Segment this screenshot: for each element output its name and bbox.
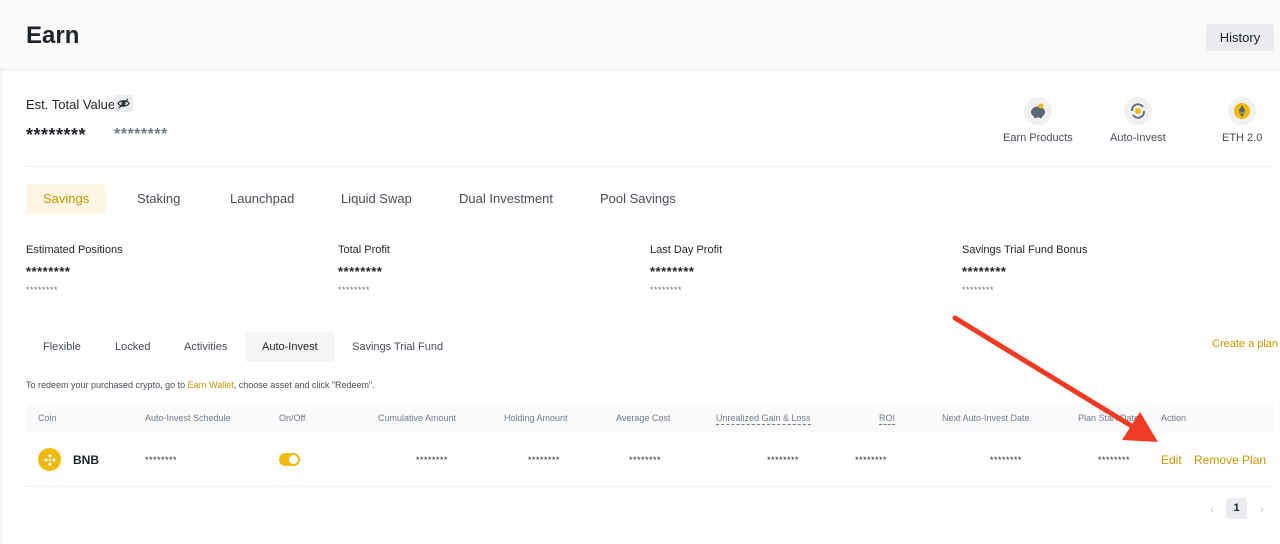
subtab-activities[interactable]: Activities [184, 332, 227, 362]
page-title: Earn [26, 22, 80, 49]
toggle-knob [289, 455, 298, 464]
bnb-icon [38, 448, 61, 471]
tab-pool-savings[interactable]: Pool Savings [600, 184, 676, 214]
col-roi[interactable]: ROI [879, 412, 896, 425]
tab-savings[interactable]: Savings [26, 184, 107, 214]
stat-last-day-profit: Last Day Profit ******** ******** [650, 244, 722, 295]
cell-avg-cost: ******** [629, 455, 662, 465]
hide-balance-toggle[interactable] [114, 95, 133, 112]
cell-holding: ******** [528, 455, 561, 465]
piggy-bank-icon [1023, 97, 1052, 125]
earn-wallet-link[interactable]: Earn Wallet [188, 380, 234, 390]
eth2-label: ETH 2.0 [1222, 132, 1263, 144]
left-edge [0, 70, 3, 544]
cell-schedule: ******** [145, 455, 178, 465]
stat-subvalue: ******** [650, 285, 683, 295]
auto-invest-icon [1123, 97, 1152, 125]
stat-value: ******** [650, 264, 695, 279]
subtab-savings-trial-fund[interactable]: Savings Trial Fund [352, 332, 443, 362]
col-start-date: Plan Start Date [1078, 413, 1140, 423]
stat-estimated-positions: Estimated Positions ******** ******** [26, 244, 123, 295]
eth-icon [1228, 97, 1257, 125]
table-row: BNB ******** ******** ******** ******** … [26, 433, 1274, 487]
redeem-note-before: To redeem your purchased crypto, go to [26, 380, 188, 390]
stat-trial-fund-bonus: Savings Trial Fund Bonus ******** ******… [962, 244, 1087, 295]
cell-next-date: ******** [990, 455, 1023, 465]
stat-value: ******** [26, 264, 71, 279]
stat-total-profit: Total Profit ******** ******** [338, 244, 390, 295]
eth2-link[interactable]: ETH 2.0 [1222, 97, 1262, 144]
stat-value: ******** [338, 264, 383, 279]
redeem-note-after: , choose asset and click "Redeem". [233, 380, 375, 390]
total-value-sub-masked: ******** [114, 126, 168, 143]
col-unrealized[interactable]: Unrealized Gain & Loss [716, 412, 811, 425]
col-avg-cost: Average Cost [616, 413, 671, 423]
col-next-date: Next Auto-Invest Date [942, 413, 1030, 423]
stat-subvalue: ******** [26, 285, 59, 295]
col-on-off: On/Off [279, 413, 306, 423]
divider [26, 166, 1274, 167]
redeem-note: To redeem your purchased crypto, go to E… [26, 380, 375, 390]
cell-cumulative: ******** [416, 455, 449, 465]
eye-off-icon [117, 98, 130, 109]
cell-start-date: ******** [1098, 455, 1131, 465]
stat-value: ******** [962, 264, 1007, 279]
stat-label: Savings Trial Fund Bonus [962, 244, 1088, 256]
edit-plan-button[interactable]: Edit [1161, 433, 1182, 487]
page-header: Earn History [0, 0, 1280, 70]
col-holding: Holding Amount [504, 413, 568, 423]
stat-label: Last Day Profit [650, 244, 723, 256]
coin-name: BNB [73, 453, 99, 467]
tab-staking[interactable]: Staking [137, 184, 180, 214]
col-cumulative: Cumulative Amount [378, 413, 457, 423]
subtab-auto-invest[interactable]: Auto-Invest [245, 332, 335, 362]
tab-launchpad[interactable]: Launchpad [230, 184, 294, 214]
cell-roi: ******** [855, 455, 888, 465]
earn-products-link[interactable]: Earn Products [1003, 97, 1073, 144]
plan-on-off-toggle[interactable] [279, 453, 300, 466]
page-number-current[interactable]: 1 [1226, 498, 1247, 519]
col-schedule: Auto-Invest Schedule [145, 413, 231, 423]
stat-subvalue: ******** [962, 285, 995, 295]
stat-subvalue: ******** [338, 285, 371, 295]
col-coin: Coin [38, 413, 57, 423]
est-total-value-label: Est. Total Value [26, 97, 116, 112]
prev-page-chevron-left-icon[interactable]: ‹ [1205, 498, 1219, 520]
tab-liquid-swap[interactable]: Liquid Swap [341, 184, 412, 214]
auto-invest-label: Auto-Invest [1110, 132, 1166, 144]
col-action: Action [1161, 413, 1187, 423]
earn-products-label: Earn Products [1003, 132, 1073, 144]
stat-label: Estimated Positions [26, 244, 123, 256]
remove-plan-button[interactable]: Remove Plan [1194, 433, 1266, 487]
cell-unrealized: ******** [767, 455, 800, 465]
tab-dual-investment[interactable]: Dual Investment [459, 184, 553, 214]
history-button[interactable]: History [1206, 24, 1274, 51]
table-header: Coin Auto-Invest Schedule On/Off Cumulat… [26, 403, 1274, 433]
auto-invest-link[interactable]: Auto-Invest [1110, 97, 1166, 144]
next-page-chevron-right-icon[interactable]: › [1255, 498, 1269, 520]
total-value-masked: ******** [26, 125, 87, 145]
subtab-flexible[interactable]: Flexible [43, 332, 81, 362]
stat-label: Total Profit [338, 244, 390, 256]
create-plan-link[interactable]: Create a plan [1212, 338, 1278, 350]
subtab-locked[interactable]: Locked [115, 332, 150, 362]
